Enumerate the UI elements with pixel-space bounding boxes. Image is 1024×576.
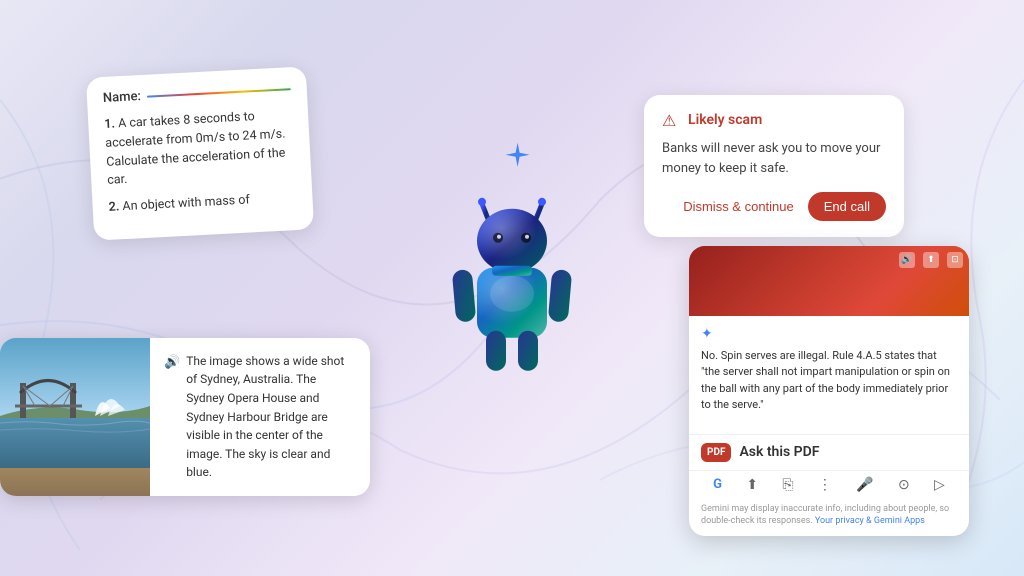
pdf-bottom-bar: G ⬆ ⎘ ⋮ 🎤 ⊙ ▷ bbox=[689, 470, 969, 499]
pdf-action-bar[interactable]: PDF Ask this PDF bbox=[689, 434, 969, 470]
quiz-item-1-num: 1. bbox=[104, 116, 115, 132]
sydney-card: 🔊 The image shows a wide shot of Sydney,… bbox=[0, 338, 370, 496]
scam-body-text: Banks will never ask you to move your mo… bbox=[662, 139, 886, 178]
pdf-footer: Gemini may display inaccurate info, incl… bbox=[689, 499, 969, 536]
mic-icon[interactable]: 🎤 bbox=[856, 477, 873, 493]
gemini-star-icon: ✦ bbox=[701, 326, 713, 342]
speaker-icon: 🔊 bbox=[164, 353, 180, 373]
share-icon[interactable]: ⬆ bbox=[923, 252, 939, 268]
scam-actions: Dismiss & continue End call bbox=[662, 192, 886, 221]
scam-card: ⚠ Likely scam Banks will never ask you t… bbox=[644, 95, 904, 237]
quiz-item-2-num: 2. bbox=[108, 199, 119, 215]
privacy-link[interactable]: Your privacy & Gemini Apps bbox=[815, 516, 925, 526]
quiz-name-decoration bbox=[147, 88, 291, 98]
sound-icon[interactable]: 🔊 bbox=[899, 252, 915, 268]
external-icon[interactable]: ⊡ bbox=[947, 252, 963, 268]
sydney-image bbox=[0, 338, 150, 496]
scam-title: Likely scam bbox=[688, 112, 762, 128]
quiz-item-2: 2. An object with mass of bbox=[108, 189, 297, 218]
gemini-badge: ✦ bbox=[701, 326, 957, 342]
google-icon[interactable]: G bbox=[713, 477, 722, 492]
pdf-card-content: ✦ No. Spin serves are illegal. Rule 4.A.… bbox=[689, 316, 969, 434]
quiz-item-2-text: An object with mass of bbox=[122, 192, 250, 214]
quiz-item-1: 1. A car takes 8 seconds to accelerate f… bbox=[104, 106, 296, 191]
scam-header: ⚠ Likely scam bbox=[662, 111, 886, 129]
more-icon[interactable]: ⋮ bbox=[818, 477, 832, 493]
pdf-card-header: 🔊 ⬆ ⊡ bbox=[689, 246, 969, 316]
quiz-name-label: Name: bbox=[103, 89, 142, 106]
copy-icon[interactable]: ⎘ bbox=[782, 477, 793, 493]
sydney-caption-text: The image shows a wide shot of Sydney, A… bbox=[186, 352, 356, 482]
pdf-badge: PDF bbox=[701, 443, 731, 462]
quiz-card: Name: 1. A car takes 8 seconds to accele… bbox=[86, 66, 314, 240]
pdf-response-text: No. Spin serves are illegal. Rule 4.A.5 … bbox=[701, 348, 957, 414]
share-bottom-icon[interactable]: ⬆ bbox=[746, 477, 758, 493]
camera-icon[interactable]: ⊙ bbox=[898, 477, 910, 493]
ask-pdf-label[interactable]: Ask this PDF bbox=[739, 444, 957, 460]
quiz-name-row: Name: bbox=[103, 81, 292, 106]
sydney-caption: 🔊 The image shows a wide shot of Sydney,… bbox=[150, 338, 370, 496]
gemini-sparkle-icon bbox=[504, 141, 532, 169]
android-mascot-svg bbox=[432, 176, 592, 376]
android-mascot-container bbox=[432, 176, 592, 380]
pdf-toolbar: 🔊 ⬆ ⊡ bbox=[899, 252, 963, 268]
quiz-item-1-text: A car takes 8 seconds to accelerate from… bbox=[105, 109, 286, 188]
end-call-button[interactable]: End call bbox=[808, 192, 886, 221]
expand-icon[interactable]: ▷ bbox=[934, 477, 945, 493]
pdf-gemini-card: 🔊 ⬆ ⊡ ✦ No. Spin serves are illegal. Rul… bbox=[689, 246, 969, 536]
warning-icon: ⚠ bbox=[662, 111, 680, 129]
dismiss-continue-button[interactable]: Dismiss & continue bbox=[679, 192, 798, 221]
